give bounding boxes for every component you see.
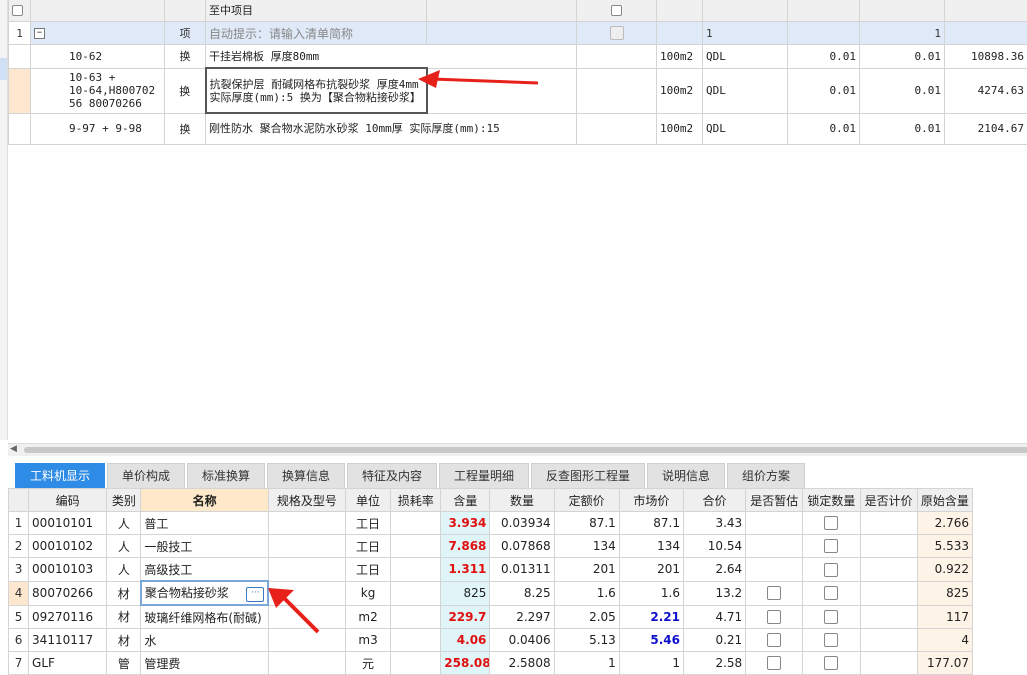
arrow-annotation-bottom bbox=[268, 588, 318, 632]
annotation-overlay bbox=[0, 0, 1027, 658]
arrow-annotation-top bbox=[418, 70, 538, 88]
lock-qty-checkbox[interactable] bbox=[824, 656, 838, 670]
provisional-checkbox[interactable] bbox=[767, 656, 781, 670]
